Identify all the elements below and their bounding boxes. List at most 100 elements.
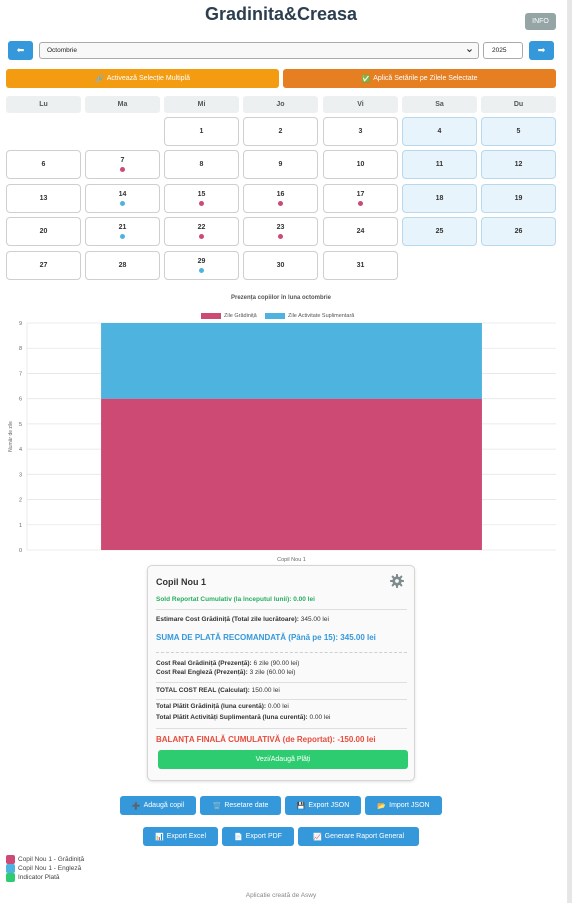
engleza-dot-icon xyxy=(120,201,125,206)
weekday-label: Sa xyxy=(402,96,477,113)
general-report-label: Generare Raport General xyxy=(324,833,405,840)
calendar-day[interactable]: 11 xyxy=(402,150,477,179)
real-cost-engleza: Cost Real Engleză (Prezență): 3 zile (60… xyxy=(156,669,295,676)
link-icon: 🔗 xyxy=(95,75,104,83)
export-pdf-button[interactable]: 📄 Export PDF xyxy=(222,827,294,846)
day-number: 8 xyxy=(199,161,204,168)
real-cost-engleza-value: 3 zile (60.00 lei) xyxy=(249,669,296,676)
legend-label: Copil Nou 1 - Engleză xyxy=(18,865,82,872)
calendar-day[interactable]: 23 xyxy=(243,217,318,246)
legend-label: Indicator Plată xyxy=(18,874,60,881)
calendar-day[interactable]: 1 xyxy=(164,117,239,146)
calendar-day[interactable]: 22 xyxy=(164,217,239,246)
chart-title: Prezența copiilor în luna octombrie xyxy=(230,295,332,301)
reset-data-label: Resetare date xyxy=(224,802,269,809)
calendar-day[interactable]: 17 xyxy=(323,184,398,213)
calendar-day[interactable]: 15 xyxy=(164,184,239,213)
add-child-button[interactable]: ➕ Adaugă copil xyxy=(120,796,196,815)
calendar-day[interactable]: 4 xyxy=(402,117,477,146)
weekday-label: Vi xyxy=(323,96,398,113)
gradinita-dot-icon xyxy=(199,234,204,239)
y-tick-label: 9 xyxy=(19,321,22,327)
day-number: 1 xyxy=(199,128,204,135)
gradinita-dot-icon xyxy=(199,201,204,206)
day-number: 18 xyxy=(435,195,444,202)
day-number: 24 xyxy=(356,228,365,235)
multi-select-button[interactable]: 🔗 Activează Selecție Multiplă xyxy=(6,69,279,88)
legend-item-engleza: Copil Nou 1 - Engleză xyxy=(6,864,81,873)
month-select-value: Octombrie xyxy=(47,47,77,54)
y-tick-label: 8 xyxy=(19,346,22,352)
calendar-day[interactable]: 29 xyxy=(164,251,239,280)
real-cost-gradinita-value: 6 zile (90.00 lei) xyxy=(253,660,300,667)
year-input[interactable]: 2025 xyxy=(483,42,523,59)
export-excel-button[interactable]: 📊 Export Excel xyxy=(143,827,218,846)
info-button[interactable]: INFO xyxy=(525,13,556,30)
day-number: 19 xyxy=(514,195,523,202)
calendar-day[interactable]: 24 xyxy=(323,217,398,246)
calendar-day[interactable]: 3 xyxy=(323,117,398,146)
day-number: 13 xyxy=(39,195,48,202)
calendar-day[interactable]: 2 xyxy=(243,117,318,146)
page-scrollbar[interactable] xyxy=(567,0,572,903)
calendar-day[interactable]: 13 xyxy=(6,184,81,213)
calendar-day[interactable]: 10 xyxy=(323,150,398,179)
add-child-label: Adaugă copil xyxy=(143,802,185,809)
day-number: 3 xyxy=(358,128,363,135)
gradinita-dot-icon xyxy=(278,201,283,206)
divider xyxy=(156,682,407,683)
import-json-label: Import JSON xyxy=(389,802,430,809)
apply-settings-button[interactable]: ✅ Aplică Setările pe Zilele Selectate xyxy=(283,69,556,88)
legend-swatch xyxy=(6,855,15,864)
calendar-day[interactable]: 16 xyxy=(243,184,318,213)
floppy-icon: 💾 xyxy=(296,802,306,810)
day-number: 25 xyxy=(435,228,444,235)
paid-gradinita: Total Plătit Grădiniță (luna curentă): 0… xyxy=(156,703,289,710)
calendar-day[interactable]: 25 xyxy=(402,217,477,246)
divider xyxy=(156,728,407,729)
gear-icon[interactable] xyxy=(390,574,404,588)
trash-icon: 🗑️ xyxy=(212,802,222,810)
calendar-day[interactable]: 20 xyxy=(6,217,81,246)
calendar-day[interactable]: 8 xyxy=(164,150,239,179)
day-number: 4 xyxy=(437,128,442,135)
day-number: 20 xyxy=(39,228,48,235)
calendar-day[interactable]: 14 xyxy=(85,184,160,213)
calendar-day[interactable]: 21 xyxy=(85,217,160,246)
check-icon: ✅ xyxy=(361,75,371,83)
calendar-day[interactable]: 9 xyxy=(243,150,318,179)
real-cost-engleza-label: Cost Real Engleză (Prezență): xyxy=(156,669,248,676)
calendar-day[interactable]: 6 xyxy=(6,150,81,179)
calendar-day[interactable]: 27 xyxy=(6,251,81,280)
weekday-label: Mi xyxy=(164,96,239,113)
calendar-day[interactable]: 7 xyxy=(85,150,160,179)
next-month-button[interactable]: ➡ xyxy=(529,41,554,60)
calendar-day[interactable]: 5 xyxy=(481,117,556,146)
import-json-button[interactable]: 📂 Import JSON xyxy=(365,796,442,815)
calendar-day[interactable]: 18 xyxy=(402,184,477,213)
day-number: 2 xyxy=(278,128,283,135)
calendar-day[interactable]: 19 xyxy=(481,184,556,213)
engleza-dot-icon xyxy=(120,234,125,239)
general-report-button[interactable]: 📈 Generare Raport General xyxy=(298,827,419,846)
weekday-label: Ma xyxy=(85,96,160,113)
weekday-label: Lu xyxy=(6,96,81,113)
calendar-day[interactable]: 30 xyxy=(243,251,318,280)
calendar-day[interactable]: 26 xyxy=(481,217,556,246)
divider xyxy=(156,652,407,653)
calendar-day[interactable]: 12 xyxy=(481,150,556,179)
arrow-left-icon: ⬅ xyxy=(16,45,25,55)
reset-data-button[interactable]: 🗑️ Resetare date xyxy=(200,796,281,815)
calendar-day[interactable]: 28 xyxy=(85,251,160,280)
paid-activities-label: Total Plătit Activități Suplimentară (lu… xyxy=(156,714,308,721)
document-icon: 📄 xyxy=(234,833,243,841)
export-json-button[interactable]: 💾 Export JSON xyxy=(285,796,361,815)
legend-item-gradinita: Copil Nou 1 - Grădiniță xyxy=(6,855,84,864)
y-tick-label: 1 xyxy=(19,523,22,529)
view-add-payments-button[interactable]: Vezi/Adaugă Plăți xyxy=(158,750,408,769)
plus-icon: ➕ xyxy=(131,802,141,810)
calendar-day[interactable]: 31 xyxy=(323,251,398,280)
month-select[interactable]: Octombrie xyxy=(39,42,479,59)
estimate-cost-value: 345.00 lei xyxy=(300,616,329,623)
prev-month-button[interactable]: ⬅ xyxy=(8,41,33,60)
